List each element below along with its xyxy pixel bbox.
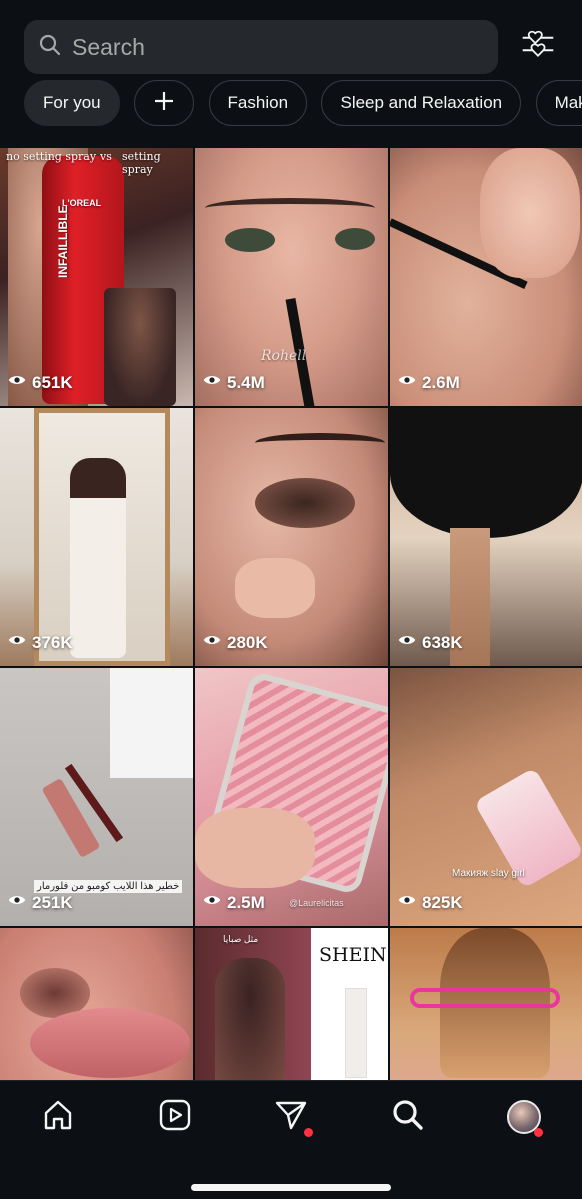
nav-profile[interactable] [504,1097,544,1137]
view-count: 2.6M [398,371,460,394]
grid-tile[interactable]: 638K [390,408,582,666]
nav-search[interactable] [388,1097,428,1137]
caption-left: no setting spray [6,150,97,163]
grid-tile[interactable]: @Laurelicitas 2.5M [195,668,388,926]
caption: @Laurelicitas [289,898,344,908]
chip-for-you[interactable]: For you [24,80,120,126]
bottom-navigation [0,1080,582,1199]
view-count-text: 251K [32,892,73,912]
view-count: 2.5M [203,891,265,914]
eye-icon [398,371,422,394]
search-input[interactable] [72,33,452,61]
view-count-text: 376K [32,632,73,652]
hand [235,558,315,618]
eye-icon [203,891,227,914]
add-topic-button[interactable] [134,80,195,126]
explore-grid: L'OREAL INFAILLIBLE no setting spray vs … [0,148,582,1080]
eye [225,228,275,252]
home-indicator [191,1184,391,1191]
view-count: 638K [398,631,463,654]
hand [480,148,580,278]
search-icon [391,1098,425,1137]
view-count-text: 638K [422,632,463,652]
scissors [410,988,560,1008]
eye-icon [398,891,422,914]
caption: مثل صبايا [223,934,259,944]
chip-fashion[interactable]: Fashion [208,80,308,126]
chip-sleep-relaxation[interactable]: Sleep and Relaxation [321,80,522,126]
eye-icon [203,631,227,654]
eyebrow [255,433,385,453]
black-skirt [390,408,582,538]
topic-chips: For you Fashion Sleep and Relaxation Mak [24,80,582,128]
view-count-text: 5.4M [227,372,265,392]
grid-tile[interactable] [390,928,582,1080]
grid-tile[interactable]: Rohell 5.4M [195,148,388,406]
search-box[interactable] [24,20,498,74]
smoky-eye [255,478,355,528]
notification-dot [304,1128,313,1137]
eye-icon [8,891,32,914]
grid-tile[interactable]: 2.6M [390,148,582,406]
home-icon [41,1098,75,1137]
eye-icon [398,631,422,654]
nav-reels[interactable] [155,1097,195,1137]
reels-icon [158,1098,192,1137]
view-count: 825K [398,891,463,914]
hand [195,808,315,888]
plus-icon [153,90,175,117]
search-icon [38,33,62,62]
lips [30,1008,190,1078]
lip-gloss [41,777,101,859]
nav-home[interactable] [38,1097,78,1137]
view-count: 651K [8,371,73,394]
view-count-text: 280K [227,632,268,652]
sliders-heart-icon [520,26,556,67]
grid-tile[interactable]: 280K [195,408,388,666]
eye-icon [203,371,227,394]
caption: Макияж slay girl [452,868,525,879]
view-count-text: 651K [32,372,73,392]
search-row [24,20,558,74]
view-count: 376K [8,631,73,654]
grid-tile[interactable]: L'OREAL INFAILLIBLE no setting spray vs … [0,148,193,406]
inset-products [110,668,193,778]
caption-right: setting spray [122,150,161,176]
filter-settings-button[interactable] [518,26,558,66]
grid-tile[interactable] [0,928,193,1080]
person-reflection [70,458,126,658]
paper-plane-icon [274,1098,308,1137]
grid-tile[interactable]: 376K [0,408,193,666]
grid-tile[interactable]: مثل صبايا SHEIN [195,928,388,1080]
signature: Rohell [261,348,307,364]
view-count: 280K [203,631,268,654]
view-count: 5.4M [203,371,265,394]
eye-icon [8,631,32,654]
view-count: 251K [8,891,73,914]
view-count-text: 825K [422,892,463,912]
view-count-text: 2.6M [422,372,460,392]
eye [335,228,375,250]
view-count-text: 2.5M [227,892,265,912]
notification-dot [534,1128,543,1137]
caption-vs: vs [100,150,112,163]
shein-logo: SHEIN [319,944,387,966]
inset-person [104,288,176,406]
grid-tile[interactable]: خطير هذا اللايب كومبو من فلورمار 251K [0,668,193,926]
eye-icon [8,371,32,394]
dress-model [345,988,367,1078]
nav-messages[interactable] [271,1097,313,1137]
product-label: INFAILLIBLE [56,205,70,278]
person-photo [215,958,285,1080]
eyebrows [205,198,375,218]
grid-tile[interactable]: Макияж slay girl 825K [390,668,582,926]
chip-makeup[interactable]: Mak [535,80,582,126]
